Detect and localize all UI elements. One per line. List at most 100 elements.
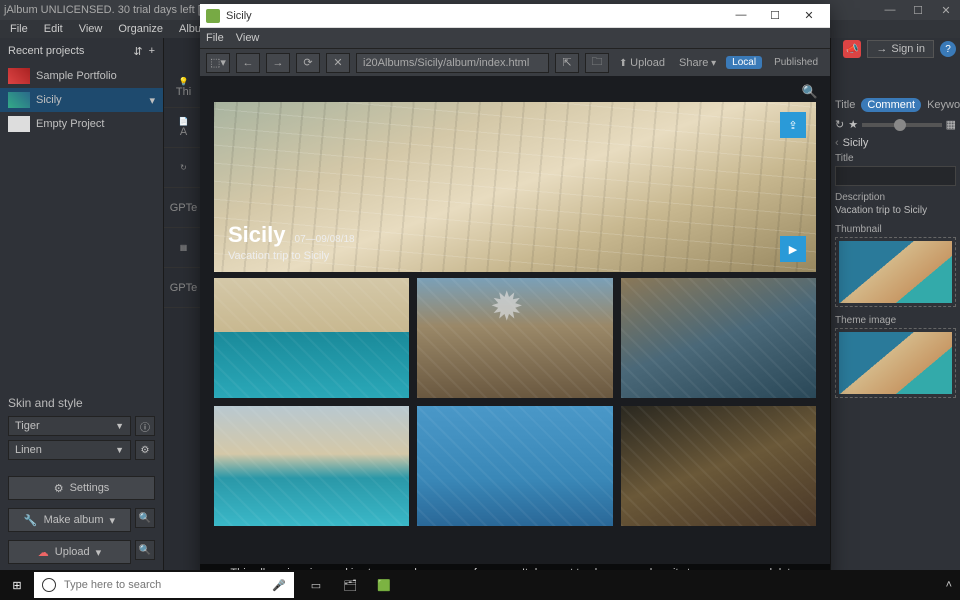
project-label: Sample Portfolio: [36, 70, 117, 82]
project-label: Sicily: [36, 94, 62, 106]
taskbar-icons: ▭ 🗂 🟩: [300, 570, 400, 600]
external-icon[interactable]: ⇱: [555, 53, 579, 73]
preview-toolbar: ⬚▾ ← → ⟳ ✕ i20Albums/Sicily/album/index.…: [200, 48, 830, 76]
close-icon[interactable]: ✕: [794, 9, 824, 22]
published-tab[interactable]: Published: [768, 56, 824, 69]
hero-title: Sicily: [228, 222, 285, 247]
description-label: Description: [835, 192, 956, 203]
share-link[interactable]: Share ▾: [675, 57, 720, 69]
gallery-thumb[interactable]: [417, 406, 612, 526]
hero-image[interactable]: ⇪ ▶ Sicily 07—09/08/18 Vacation trip to …: [214, 102, 816, 272]
mid-item[interactable]: ↻: [164, 148, 203, 188]
close-icon[interactable]: ✕: [936, 4, 956, 17]
zoom-slider[interactable]: [862, 123, 942, 127]
play-button[interactable]: ▶: [780, 236, 806, 262]
gallery-thumb[interactable]: [621, 406, 816, 526]
upload-label: Upload: [55, 546, 90, 558]
maximize-icon[interactable]: ☐: [908, 4, 928, 17]
tab-keywords[interactable]: Keywords: [927, 99, 960, 111]
preview-content: 🔍 ⇪ ▶ Sicily 07—09/08/18 Vacation trip t…: [200, 76, 830, 582]
signin-button[interactable]: → Sign in: [867, 40, 934, 58]
taskbar-search[interactable]: 🎤: [34, 572, 294, 598]
grid-icon[interactable]: ▦: [946, 118, 956, 131]
app-icon[interactable]: 🟩: [368, 570, 400, 600]
maximize-icon[interactable]: ☐: [760, 9, 790, 22]
main-window-controls: — ☐ ✕: [880, 4, 956, 17]
sort-icon[interactable]: ⇵: [133, 45, 142, 58]
project-menu-icon[interactable]: ▾: [149, 94, 155, 107]
style-dropdown[interactable]: Linen ▼: [8, 440, 131, 460]
theme-image-picker[interactable]: [835, 328, 956, 398]
stop-icon[interactable]: ✕: [326, 53, 350, 73]
tab-title[interactable]: Title: [835, 99, 855, 111]
gallery-thumb[interactable]: [214, 406, 409, 526]
style-settings-icon[interactable]: ⚙: [135, 440, 155, 460]
thumbnail-picker[interactable]: [835, 237, 956, 307]
forward-icon[interactable]: →: [266, 53, 290, 73]
app-icon: [206, 9, 220, 23]
preview-title: Sicily: [226, 10, 726, 22]
task-view-icon[interactable]: ▭: [300, 570, 332, 600]
tab-comment[interactable]: Comment: [861, 98, 921, 112]
skin-section: Skin and style Tiger▼ ⓘ Linen▼ ⚙: [0, 388, 163, 472]
upload-button[interactable]: ☁Upload▾: [8, 540, 131, 564]
style-value: Linen: [15, 444, 42, 456]
gallery-thumb[interactable]: [214, 278, 409, 398]
theme-image: [839, 332, 952, 394]
thumbnail-label: Thumbnail: [835, 224, 956, 235]
search-input[interactable]: [64, 579, 264, 591]
mid-item[interactable]: GPTe: [164, 188, 203, 228]
menu-organize[interactable]: Organize: [112, 23, 169, 35]
preview-icon[interactable]: 🔍: [135, 508, 155, 528]
mid-item[interactable]: ▦: [164, 228, 203, 268]
back-icon[interactable]: ←: [236, 53, 260, 73]
start-button[interactable]: ⊞: [0, 570, 34, 600]
tray-chevron-icon[interactable]: ˄: [946, 579, 952, 591]
slider-knob[interactable]: [894, 119, 906, 131]
project-sample[interactable]: Sample Portfolio: [0, 64, 163, 88]
menu-edit[interactable]: Edit: [38, 23, 69, 35]
add-icon[interactable]: +: [149, 45, 155, 58]
title-label: Title: [835, 153, 956, 164]
settings-label: Settings: [70, 482, 110, 494]
mic-icon[interactable]: 🎤: [272, 579, 286, 592]
browse-icon[interactable]: 🔍: [135, 540, 155, 560]
notification-icon[interactable]: 📣: [843, 40, 861, 58]
project-empty[interactable]: Empty Project: [0, 112, 163, 136]
help-icon[interactable]: ?: [940, 41, 956, 57]
folder-icon[interactable]: 🗀: [585, 53, 609, 73]
skin-info-icon[interactable]: ⓘ: [135, 416, 155, 436]
preview-titlebar[interactable]: Sicily — ☐ ✕: [200, 4, 830, 28]
preview-menu-file[interactable]: File: [206, 32, 224, 44]
rotate-icon[interactable]: ↻: [835, 118, 844, 131]
share-button[interactable]: ⇪: [780, 112, 806, 138]
zoom-slider-row: ↻ ★ ▦: [835, 118, 956, 131]
gear-icon: ⚙: [54, 482, 64, 495]
menu-view[interactable]: View: [73, 23, 109, 35]
mid-item[interactable]: 💡Thi: [164, 68, 203, 108]
star-icon[interactable]: ★: [848, 118, 858, 131]
menu-file[interactable]: File: [4, 23, 34, 35]
title-input[interactable]: [835, 166, 956, 186]
make-album-button[interactable]: 🔧Make album▾: [8, 508, 131, 532]
chevron-down-icon: ▾: [96, 546, 102, 559]
project-sicily[interactable]: Sicily ▾: [0, 88, 163, 112]
skin-dropdown[interactable]: Tiger▼: [8, 416, 131, 436]
gallery-thumb[interactable]: [621, 278, 816, 398]
search-icon[interactable]: 🔍: [802, 84, 818, 100]
upload-link[interactable]: ⬆ Upload: [615, 57, 669, 69]
preview-menu-view[interactable]: View: [236, 32, 260, 44]
mid-item[interactable]: 📄A: [164, 108, 203, 148]
settings-button[interactable]: ⚙ Settings: [8, 476, 155, 500]
explorer-icon[interactable]: 🗂: [334, 570, 366, 600]
chevron-down-icon: ▼: [115, 445, 124, 455]
local-tab[interactable]: Local: [726, 56, 762, 69]
make-label: Make album: [44, 514, 104, 526]
device-icon[interactable]: ⬚▾: [206, 53, 230, 73]
reload-icon[interactable]: ⟳: [296, 53, 320, 73]
url-field[interactable]: i20Albums/Sicily/album/index.html: [356, 53, 549, 73]
system-tray[interactable]: ˄: [938, 579, 960, 591]
mid-item[interactable]: GPTe: [164, 268, 203, 308]
minimize-icon[interactable]: —: [880, 4, 900, 17]
minimize-icon[interactable]: —: [726, 9, 756, 22]
